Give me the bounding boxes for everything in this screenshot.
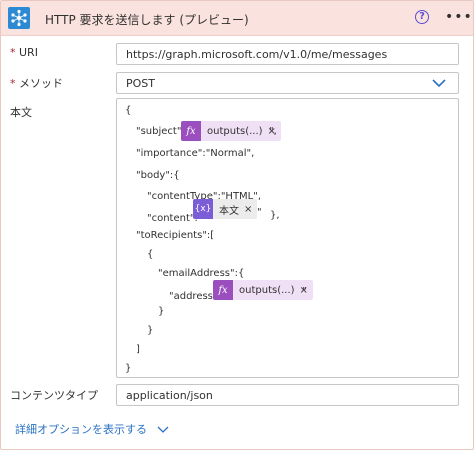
- variable-icon: {x}: [193, 199, 213, 219]
- required-marker: *: [10, 77, 16, 90]
- content-type-label: コンテンツタイプ: [10, 389, 98, 402]
- token-label: 本文: [219, 205, 239, 217]
- chevron-down-icon[interactable]: [432, 77, 446, 89]
- help-icon[interactable]: ?: [415, 10, 429, 24]
- json-torecipients-key: "toRecipients":[: [136, 230, 215, 241]
- http-action-card: HTTP 要求を送信します (プレビュー) ? ••• * URI https:…: [0, 0, 474, 450]
- json-content-close: },: [270, 210, 280, 221]
- json-content-tail: ": [257, 207, 262, 218]
- method-value: POST: [126, 77, 155, 90]
- body-label: 本文: [10, 106, 32, 119]
- json-inner-close-1: }: [158, 306, 165, 317]
- action-title: HTTP 要求を送信します (プレビュー): [45, 13, 249, 27]
- json-importance-line: "importance":"Normal",: [136, 148, 255, 159]
- json-close-brace: }: [125, 363, 132, 374]
- json-address-tail: ": [302, 286, 307, 297]
- content-variable-token[interactable]: {x} 本文 ×: [193, 199, 258, 219]
- http-connector-icon: [8, 7, 30, 29]
- content-type-input[interactable]: application/json: [116, 384, 459, 406]
- chevron-down-icon: [157, 426, 168, 433]
- uri-input[interactable]: https://graph.microsoft.com/v1.0/me/mess…: [116, 43, 459, 65]
- json-emailaddress-key: "emailAddress":{: [158, 268, 245, 279]
- token-label: outputs(...): [239, 284, 295, 296]
- body-editor[interactable]: { "subject":" fx outputs(...) × ", "impo…: [116, 98, 459, 378]
- show-advanced-options-link[interactable]: 詳細オプションを表示する: [15, 421, 169, 437]
- uri-value: https://graph.microsoft.com/v1.0/me/mess…: [126, 48, 388, 61]
- json-open-brace: {: [125, 105, 132, 116]
- action-header[interactable]: HTTP 要求を送信します (プレビュー) ? •••: [1, 1, 473, 36]
- json-inner-open: {: [147, 249, 154, 260]
- method-dropdown[interactable]: POST: [116, 72, 459, 94]
- address-expression-token[interactable]: fx outputs(...) ×: [213, 280, 313, 300]
- content-type-value: application/json: [126, 389, 213, 402]
- more-options-icon[interactable]: •••: [445, 9, 473, 25]
- token-label: outputs(...): [207, 125, 263, 137]
- json-body-key: "body":{: [136, 170, 180, 181]
- json-array-close: ]: [136, 344, 140, 355]
- json-inner-close-2: }: [147, 325, 154, 336]
- method-label-text: メソッド: [19, 77, 63, 90]
- advanced-options-label: 詳細オプションを表示する: [15, 423, 147, 436]
- method-label: * メソッド: [10, 75, 63, 91]
- fx-icon: fx: [213, 280, 233, 300]
- uri-label-text: URI: [19, 46, 38, 59]
- uri-label: * URI: [10, 46, 38, 59]
- required-marker: *: [10, 46, 16, 59]
- json-subject-tail: ",: [269, 126, 277, 137]
- subject-expression-token[interactable]: fx outputs(...) ×: [181, 121, 281, 141]
- remove-token-icon[interactable]: ×: [243, 204, 257, 215]
- fx-icon: fx: [181, 121, 201, 141]
